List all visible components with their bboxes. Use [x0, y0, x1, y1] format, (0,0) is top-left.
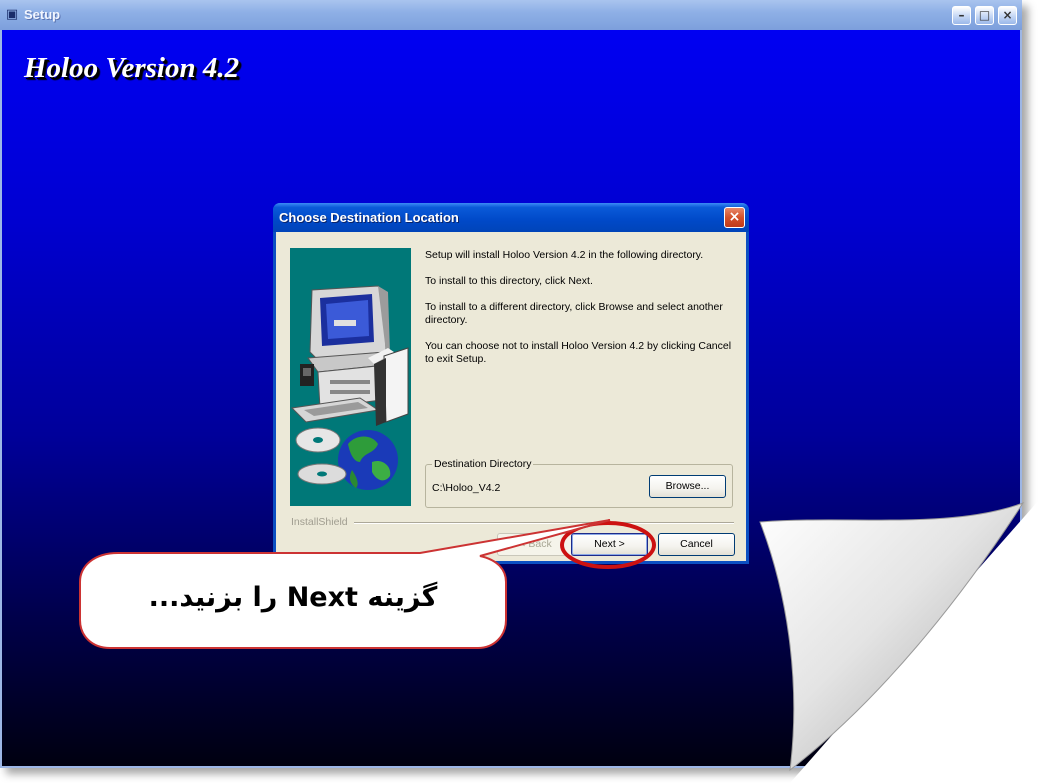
divider	[354, 522, 734, 524]
browse-instruction: To install to a different directory, cli…	[425, 301, 723, 326]
minimize-button[interactable]: –	[952, 6, 971, 25]
setup-icon: ▣	[5, 7, 19, 22]
intro-message: Setup will install Holoo Version 4.2 in …	[425, 249, 704, 261]
cancel-instruction: You can choose not to install Holoo Vers…	[425, 340, 732, 365]
destination-directory-group: Destination Directory C:\Holoo_V4.2 Brow…	[425, 458, 733, 508]
computer-illustration-icon	[290, 248, 411, 506]
callout-text: گزینه Next را بزنید...	[148, 582, 438, 613]
window-frame-bottom	[0, 766, 1022, 768]
window-frame-right	[1020, 30, 1022, 768]
outer-window-title: Setup	[24, 7, 61, 22]
close-window-button[interactable]: ×	[998, 6, 1017, 25]
back-button[interactable]: < Back	[497, 533, 574, 556]
outer-title-bar[interactable]: ▣ Setup – □ ×	[0, 0, 1022, 31]
dialog-title-bar[interactable]: Choose Destination Location ×	[273, 203, 749, 232]
app-heading: Holoo Version 4.2	[24, 52, 240, 84]
browse-button[interactable]: Browse...	[649, 475, 726, 498]
maximize-button[interactable]: □	[975, 6, 994, 25]
dialog-body: Setup will install Holoo Version 4.2 in …	[276, 232, 746, 561]
cancel-button[interactable]: Cancel	[658, 533, 735, 556]
next-button[interactable]: Next >	[571, 533, 648, 556]
choose-destination-dialog: Choose Destination Location × Setup will…	[273, 203, 749, 564]
dialog-title: Choose Destination Location	[279, 210, 459, 225]
installshield-branding: InstallShield	[291, 516, 352, 528]
destination-legend: Destination Directory	[432, 458, 534, 470]
destination-path: C:\Holoo_V4.2	[432, 482, 501, 494]
dialog-close-button[interactable]: ×	[724, 207, 745, 228]
next-instruction: To install to this directory, click Next…	[425, 275, 593, 287]
